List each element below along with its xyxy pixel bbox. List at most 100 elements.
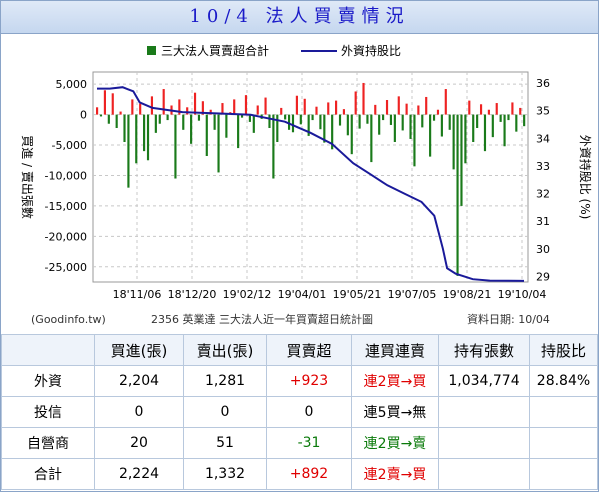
- bar: [327, 102, 330, 115]
- bar: [213, 114, 216, 130]
- bar: [174, 114, 177, 179]
- bar: [409, 114, 412, 139]
- y2-tick-label: 36: [536, 77, 550, 90]
- net-cell: -31: [266, 427, 352, 459]
- table-row: 合計 2,224 1,332 +892 連2賣→買: [1, 458, 598, 490]
- y-tick-label: 0: [80, 109, 87, 122]
- net-cell: +923: [266, 365, 352, 397]
- bar: [103, 90, 106, 115]
- sell-cell: 1,332: [183, 458, 267, 490]
- bar: [237, 114, 240, 149]
- footer-caption: 2356 英業達 三大法人近一年買賣超日統計圖: [151, 312, 373, 326]
- bar: [515, 114, 518, 132]
- bar: [135, 114, 138, 164]
- x-tick-label: 19'07/05: [388, 288, 437, 301]
- bar: [233, 99, 236, 115]
- bar: [252, 114, 255, 133]
- header-cell: 持有張數: [438, 334, 530, 366]
- y-tick-label: -5,000: [52, 139, 87, 152]
- bar: [393, 114, 396, 142]
- sell-cell: 51: [183, 427, 267, 459]
- bar: [96, 107, 99, 115]
- bar: [166, 114, 169, 121]
- chart-svg: 三大法人買賣超合計 外資持股比 5,000 0 -5,000 -10,000 -15,000…: [20, 43, 593, 326]
- bar: [429, 114, 432, 157]
- panel-title: 10/4 法人買賣情況: [1, 1, 598, 34]
- row-label: 投信: [1, 396, 95, 428]
- table-row: 自營商 20 51 -31 連2買→賣: [1, 427, 598, 459]
- bar: [303, 98, 306, 115]
- row-label: 合計: [1, 458, 95, 490]
- y-tick-label: -25,000: [45, 261, 87, 274]
- footer-date: 資料日期: 10/04: [467, 312, 550, 326]
- bar: [107, 114, 110, 124]
- bar: [389, 114, 393, 125]
- bar: [119, 111, 122, 115]
- bar: [205, 114, 208, 156]
- bar: [378, 114, 381, 135]
- bar: [425, 96, 428, 115]
- y-tick-label: -20,000: [45, 230, 87, 243]
- bar: [401, 114, 404, 131]
- y2-tick-label: 31: [536, 215, 550, 228]
- streak-cell: 連5買→無: [351, 396, 439, 428]
- footer-source: (Goodinfo.tw): [31, 313, 106, 326]
- bar: [405, 103, 408, 115]
- bar: [464, 114, 467, 164]
- bar: [479, 104, 483, 115]
- x-tick-label: 18'11/06: [113, 288, 162, 301]
- bar: [507, 114, 510, 121]
- row-label: 外資: [1, 365, 95, 397]
- y2-tick-label: 30: [536, 243, 550, 256]
- buy-cell: 2,204: [94, 365, 184, 397]
- header-cell: 賣出(張): [183, 334, 267, 366]
- y2-tick-label: 35: [536, 105, 550, 118]
- bar: [370, 114, 373, 163]
- bar: [146, 114, 150, 161]
- bar: [417, 105, 420, 115]
- header-cell: 買進(張): [94, 334, 184, 366]
- bar: [150, 96, 154, 115]
- bar: [385, 100, 389, 115]
- bar: [483, 114, 487, 152]
- bar: [472, 114, 475, 142]
- bar: [299, 114, 302, 125]
- holding-cell: [438, 396, 530, 428]
- bar: [131, 99, 134, 115]
- sell-cell: 0: [183, 396, 267, 428]
- y-tick-label: 5,000: [56, 78, 88, 91]
- bar: [127, 114, 130, 188]
- y-tick-label: -15,000: [45, 200, 87, 213]
- bar: [315, 106, 318, 115]
- plot-frame: [92, 71, 529, 283]
- x-tick-label: 19'10/04: [498, 288, 547, 301]
- net-cell: +892: [266, 458, 352, 490]
- y2-tick-label: 33: [536, 160, 550, 173]
- y-tick-label: -10,000: [45, 169, 87, 182]
- bar: [519, 107, 522, 115]
- buy-cell: 20: [94, 427, 184, 459]
- header-cell: 連買連賣: [351, 334, 439, 366]
- bar: [291, 114, 295, 133]
- x-tick-label: 18'12/20: [168, 288, 217, 301]
- legend-label: 三大法人買賣超合計: [161, 43, 269, 58]
- bar: [338, 114, 342, 126]
- bar: [511, 102, 514, 115]
- header-cell: 持股比: [529, 334, 598, 366]
- bar: [456, 114, 459, 276]
- row-label: 自營商: [1, 427, 95, 459]
- bar: [284, 114, 287, 120]
- bar: [244, 95, 248, 115]
- ratio-cell: [529, 396, 598, 428]
- bar: [362, 82, 365, 115]
- bar: [413, 114, 416, 167]
- x-tick-label: 19'05/21: [333, 288, 382, 301]
- bar: [115, 114, 118, 128]
- bar: [491, 114, 494, 138]
- bar: [499, 114, 502, 122]
- bar: [186, 107, 189, 115]
- bar: [197, 114, 201, 121]
- bar: [111, 93, 114, 115]
- table-row: 外資 2,204 1,281 +923 連2買→買 1,034,774 28.8…: [1, 365, 598, 397]
- bar: [276, 114, 279, 142]
